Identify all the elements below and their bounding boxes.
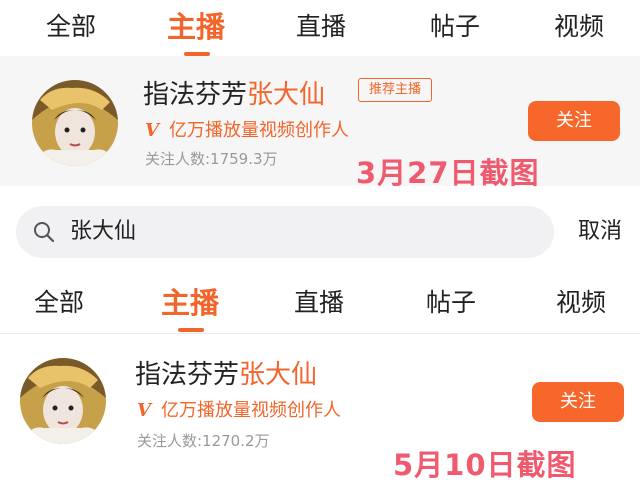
verification-text: 亿万播放量视频创作人 bbox=[160, 400, 341, 421]
streamer-result-card-bottom[interactable]: 指法芬芳张大仙 V 亿万播放量视频创作人 关注人数:1270.2万 关注 5月10… bbox=[0, 334, 640, 482]
screenshot-date-stamp: 3月27日截图 bbox=[356, 156, 540, 190]
tab-all[interactable]: 全部 bbox=[24, 276, 94, 330]
name-prefix: 指法芬芳 bbox=[135, 360, 240, 390]
verified-v-icon: V bbox=[145, 120, 159, 141]
search-input[interactable]: 张大仙 bbox=[16, 206, 554, 258]
name-highlight: 张大仙 bbox=[239, 360, 318, 390]
active-tab-indicator bbox=[178, 328, 204, 332]
recommended-streamer-badge: 推荐主播 bbox=[358, 78, 433, 102]
follow-button[interactable]: 关注 bbox=[528, 101, 620, 141]
verification-line: V 亿万播放量视频创作人 bbox=[137, 396, 341, 422]
verified-v-icon: V bbox=[137, 400, 151, 421]
search-query: 张大仙 bbox=[70, 219, 137, 244]
tab-live[interactable]: 直播 bbox=[286, 0, 356, 54]
streamer-name[interactable]: 指法芬芳张大仙 bbox=[135, 354, 317, 391]
tab-live[interactable]: 直播 bbox=[284, 276, 354, 330]
tab-videos[interactable]: 视频 bbox=[544, 0, 614, 54]
bottom-tab-bar: 全部 主播 直播 帖子 视频 bbox=[0, 276, 640, 332]
search-icon bbox=[34, 222, 55, 243]
verification-line: V 亿万播放量视频创作人 bbox=[145, 116, 349, 142]
tab-streamer[interactable]: 主播 bbox=[160, 0, 232, 54]
verification-text: 亿万播放量视频创作人 bbox=[168, 120, 349, 141]
tab-streamer[interactable]: 主播 bbox=[154, 276, 226, 330]
cancel-button[interactable]: 取消 bbox=[578, 206, 622, 258]
streamer-name[interactable]: 指法芬芳张大仙 bbox=[143, 74, 325, 111]
name-highlight: 张大仙 bbox=[247, 80, 326, 110]
tab-videos[interactable]: 视频 bbox=[546, 276, 616, 330]
streamer-result-card-top[interactable]: 指法芬芳张大仙 推荐主播 V 亿万播放量视频创作人 关注人数:1759.3万 关注… bbox=[0, 56, 640, 190]
tab-all[interactable]: 全部 bbox=[36, 0, 106, 54]
tab-posts[interactable]: 帖子 bbox=[416, 276, 486, 330]
tab-posts[interactable]: 帖子 bbox=[420, 0, 490, 54]
name-prefix: 指法芬芳 bbox=[143, 80, 248, 110]
avatar[interactable] bbox=[32, 80, 118, 166]
top-tab-bar: 全部 主播 直播 帖子 视频 bbox=[0, 0, 640, 56]
avatar[interactable] bbox=[20, 358, 106, 444]
follower-count: 关注人数:1759.3万 bbox=[145, 150, 278, 168]
follow-button[interactable]: 关注 bbox=[532, 382, 624, 422]
follower-count: 关注人数:1270.2万 bbox=[137, 432, 270, 450]
